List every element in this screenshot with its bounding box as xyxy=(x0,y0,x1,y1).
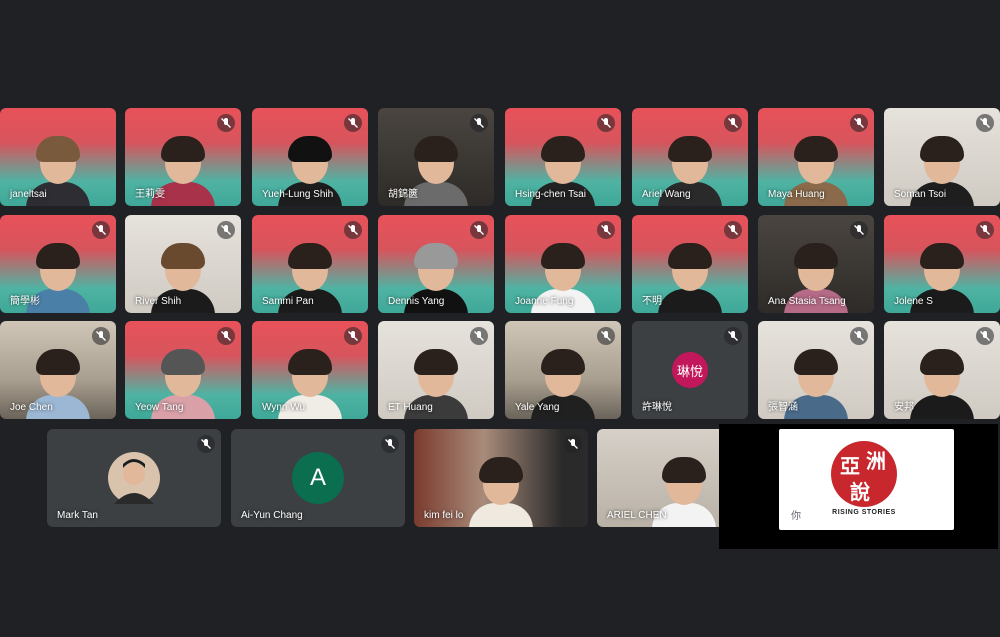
mic-off-icon xyxy=(976,114,994,132)
participant-tile[interactable]: Ana Stasia Tsang xyxy=(758,215,874,313)
participant-video xyxy=(469,457,533,527)
mic-off-icon xyxy=(850,327,868,345)
participant-tile[interactable]: 王莉雯 xyxy=(125,108,241,206)
self-view-label: 你 xyxy=(791,511,801,522)
mic-off-icon xyxy=(597,221,615,239)
participant-tile[interactable]: Yueh-Lung Shih xyxy=(252,108,368,206)
participant-name: Joe Chen xyxy=(10,402,53,413)
participant-name: 張智涵 xyxy=(768,402,798,413)
participant-name: ET Huang xyxy=(388,402,433,413)
mic-off-icon xyxy=(724,221,742,239)
participant-name: Wynn Wu xyxy=(262,402,306,413)
participant-tile[interactable]: 琳悅 許琳悅 xyxy=(632,321,748,419)
participant-tile[interactable]: Mark Tan xyxy=(47,429,221,527)
logo-char: 洲 xyxy=(866,449,886,473)
participant-tile[interactable]: Maya Huang xyxy=(758,108,874,206)
participant-tile[interactable]: 簡學彬 xyxy=(0,215,116,313)
participant-name: kim fei lo xyxy=(424,510,464,521)
participant-name: Sammi Pan xyxy=(262,296,314,307)
mic-off-icon xyxy=(381,435,399,453)
mic-off-icon xyxy=(976,221,994,239)
participant-name: janeltsai xyxy=(10,189,47,200)
participant-name: ARIEL CHEN xyxy=(607,510,667,521)
mic-off-icon xyxy=(976,327,994,345)
participant-video xyxy=(910,349,974,419)
participant-name: Soman Tsoi xyxy=(894,189,947,200)
participant-name: Ai-Yun Chang xyxy=(241,510,303,521)
participant-tile[interactable]: A Ai-Yun Chang xyxy=(231,429,405,527)
mic-off-icon xyxy=(217,327,235,345)
participant-tile[interactable]: Sammi Pan xyxy=(252,215,368,313)
mic-off-icon xyxy=(470,327,488,345)
mic-off-icon xyxy=(564,435,582,453)
mic-off-icon xyxy=(597,114,615,132)
meeting-window: { "participants_row1": [ {"name":"janelt… xyxy=(0,0,1000,637)
mic-off-icon xyxy=(850,114,868,132)
participant-name: Maya Huang xyxy=(768,189,825,200)
participant-tile[interactable]: River Shih xyxy=(125,215,241,313)
participant-name: Jolene S xyxy=(894,296,933,307)
mic-off-icon xyxy=(470,221,488,239)
participant-tile[interactable]: Soman Tsoi xyxy=(884,108,1000,206)
participant-name: Ana Stasia Tsang xyxy=(768,296,846,307)
mic-off-icon xyxy=(92,221,110,239)
participant-name: Yale Yang xyxy=(515,402,560,413)
participant-name: Dennis Yang xyxy=(388,296,445,307)
participant-tile[interactable]: 張智涵 xyxy=(758,321,874,419)
participant-tile[interactable]: janeltsai xyxy=(0,108,116,206)
participant-name: Yueh-Lung Shih xyxy=(262,189,334,200)
mic-off-icon xyxy=(217,221,235,239)
participant-tile[interactable]: Joanne Fung xyxy=(505,215,621,313)
mic-off-icon xyxy=(344,114,362,132)
participant-tile[interactable]: Dennis Yang xyxy=(378,215,494,313)
participant-video xyxy=(658,243,722,313)
mic-off-icon xyxy=(597,327,615,345)
participant-tile[interactable]: Hsing-chen Tsai xyxy=(505,108,621,206)
mic-off-icon xyxy=(197,435,215,453)
participant-name: Yeow Tang xyxy=(135,402,184,413)
participant-tile[interactable]: Ariel Wang xyxy=(632,108,748,206)
participant-name: Mark Tan xyxy=(57,510,98,521)
participant-name: Joanne Fung xyxy=(515,296,574,307)
participant-tile[interactable]: 不明 xyxy=(632,215,748,313)
participant-name: Hsing-chen Tsai xyxy=(515,189,586,200)
participant-avatar xyxy=(108,452,160,504)
logo-caption: RISING STORIES xyxy=(832,509,896,516)
participant-avatar: 琳悅 xyxy=(672,352,708,388)
mic-off-icon xyxy=(724,327,742,345)
mic-off-icon xyxy=(92,327,110,345)
participant-name: Ariel Wang xyxy=(642,189,691,200)
participant-name: 胡錦篋 xyxy=(388,189,418,200)
participant-name: 不明 xyxy=(642,296,662,307)
participant-name: 簡學彬 xyxy=(10,296,40,307)
mic-off-icon xyxy=(850,221,868,239)
mic-off-icon xyxy=(217,114,235,132)
logo-char: 說 xyxy=(850,480,870,504)
mic-off-icon xyxy=(344,221,362,239)
participant-tile[interactable]: Joe Chen xyxy=(0,321,116,419)
logo-char: 亞 xyxy=(840,454,860,478)
participant-tile[interactable]: Jolene S xyxy=(884,215,1000,313)
participant-name: 王莉雯 xyxy=(135,189,165,200)
participant-tile[interactable]: Yale Yang xyxy=(505,321,621,419)
participant-tile[interactable]: ET Huang xyxy=(378,321,494,419)
participant-tile[interactable]: 胡錦篋 xyxy=(378,108,494,206)
participant-tile[interactable]: Wynn Wu xyxy=(252,321,368,419)
participant-name: 許琳悅 xyxy=(642,402,672,413)
participant-tile[interactable]: Yeow Tang xyxy=(125,321,241,419)
participant-avatar: A xyxy=(292,452,344,504)
mic-off-icon xyxy=(344,327,362,345)
mic-off-icon xyxy=(470,114,488,132)
participant-name: River Shih xyxy=(135,296,182,307)
participant-name: 安邦 xyxy=(894,402,914,413)
mic-off-icon xyxy=(724,114,742,132)
participant-tile[interactable]: 安邦 xyxy=(884,321,1000,419)
participant-tile[interactable]: kim fei lo xyxy=(414,429,588,527)
